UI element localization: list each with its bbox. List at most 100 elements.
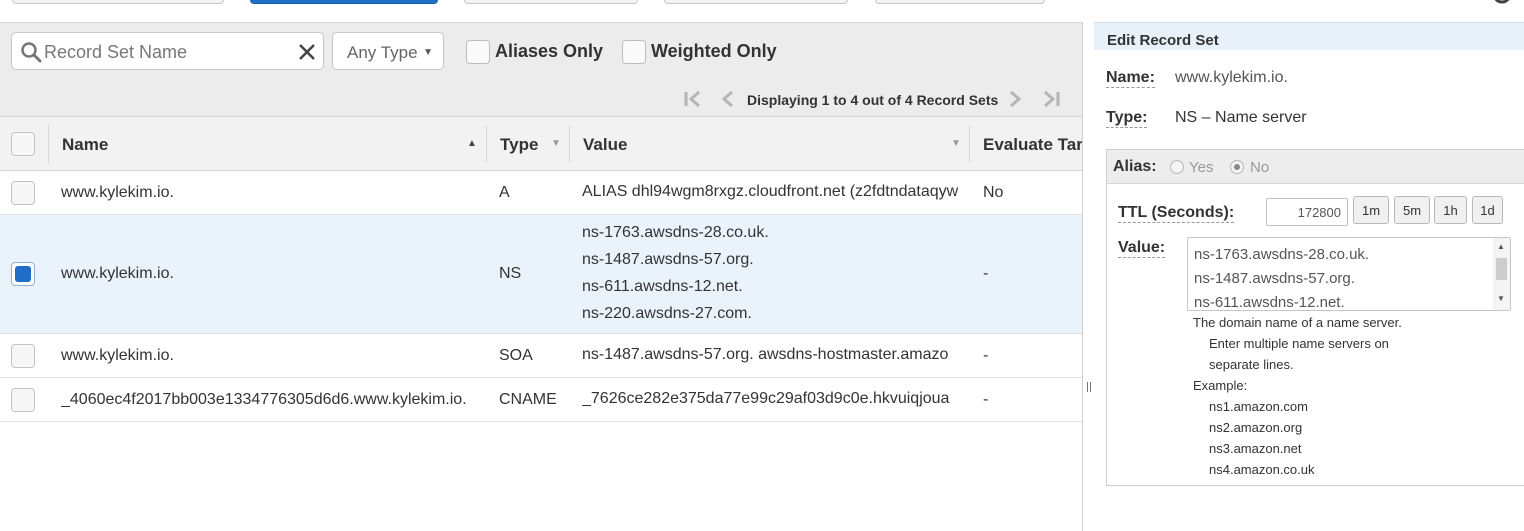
scrollbar-thumb[interactable] — [1496, 258, 1507, 280]
ttl-5m-button[interactable]: 5m — [1394, 196, 1430, 224]
ttl-label: TTL (Seconds): — [1118, 204, 1235, 223]
filter-bar: Any Type ▼ Aliases Only Weighted Only Di… — [0, 23, 1082, 116]
record-type: A — [499, 184, 510, 201]
drag-handle-icon[interactable] — [1087, 382, 1091, 392]
pagination: Displaying 1 to 4 out of 4 Record Sets — [680, 88, 1070, 112]
weighted-only-checkbox[interactable] — [622, 40, 646, 64]
ttl-1d-button[interactable]: 1d — [1472, 196, 1503, 224]
aliases-only-checkbox[interactable] — [466, 40, 490, 64]
help-example-line: ns2.amazon.org — [1209, 420, 1303, 435]
ttl-1h-button[interactable]: 1h — [1434, 196, 1467, 224]
help-text-line: Enter multiple name servers on — [1209, 336, 1389, 351]
next-page-icon[interactable] — [1005, 88, 1025, 110]
column-header-value[interactable]: Value — [583, 117, 627, 171]
alias-no-label: No — [1250, 159, 1270, 176]
record-value-line: ns-611.awsdns-12.net. — [582, 278, 743, 295]
help-text-line: Example: — [1193, 378, 1248, 393]
help-example-line: ns1.amazon.com — [1209, 399, 1308, 414]
aliases-only-label: Aliases Only — [495, 41, 604, 61]
record-sets-panel: Any Type ▼ Aliases Only Weighted Only Di… — [0, 22, 1082, 531]
row-checkbox-checked[interactable] — [11, 262, 35, 286]
edit-record-set-panel: Edit Record Set Name: www.kylekim.io. Ty… — [1093, 22, 1524, 531]
search-input[interactable] — [44, 39, 294, 65]
type-filter-select[interactable]: Any Type ▼ — [332, 32, 444, 70]
help-example-line: ns4.amazon.co.uk — [1209, 462, 1315, 477]
toolbar-button-5[interactable] — [875, 0, 1045, 4]
scroll-up-icon[interactable]: ▲ — [1497, 242, 1505, 251]
name-value: www.kylekim.io. — [1175, 69, 1288, 86]
help-text-line: separate lines. — [1209, 357, 1294, 372]
textarea-scrollbar[interactable]: ▲ ▼ — [1493, 238, 1510, 310]
weighted-only-label: Weighted Only — [651, 41, 777, 61]
record-value: ALIAS dhl94wgm8rxgz.cloudfront.net (z2fd… — [582, 183, 958, 200]
toolbar-primary-button[interactable] — [250, 0, 438, 4]
panel-splitter[interactable] — [1082, 22, 1093, 531]
record-evaluate-target: No — [983, 184, 1004, 201]
alias-no-radio[interactable] — [1230, 160, 1244, 174]
table-row-selected[interactable]: www.kylekim.io. NS ns-1763.awsdns-28.co.… — [0, 215, 1082, 334]
record-value-line: ns-1763.awsdns-28.co.uk. — [582, 224, 769, 241]
record-value-line: ns-1487.awsdns-57.org. — [582, 251, 754, 268]
record-value-list: ns-1763.awsdns-28.co.uk. ns-1487.awsdns-… — [582, 219, 958, 327]
sort-icon[interactable]: ▼ — [551, 138, 561, 149]
column-divider — [969, 125, 970, 163]
type-filter-value: Any Type — [347, 43, 418, 62]
ttl-input[interactable]: 172800 — [1266, 198, 1348, 226]
record-value-line: ns-220.awsdns-27.com. — [582, 305, 752, 322]
record-name: www.kylekim.io. — [61, 265, 174, 282]
table-header: Name ▲ Type ▼ Value ▼ Evaluate Targ — [0, 116, 1082, 171]
column-header-type[interactable]: Type — [500, 117, 538, 171]
record-name: www.kylekim.io. — [61, 347, 174, 364]
record-details-box: Alias: Yes No TTL (Seconds): 172800 1m 5… — [1106, 149, 1524, 486]
column-header-name[interactable]: Name — [62, 117, 108, 171]
row-checkbox[interactable] — [11, 344, 35, 368]
record-evaluate-target: - — [983, 347, 989, 364]
row-checkbox[interactable] — [11, 181, 35, 205]
alias-bar: Alias: Yes No — [1107, 150, 1524, 184]
name-label: Name: — [1106, 69, 1155, 88]
previous-page-icon[interactable] — [718, 88, 738, 110]
record-type: SOA — [499, 347, 533, 364]
toolbar-button-3[interactable] — [464, 0, 638, 4]
search-icon — [21, 42, 42, 63]
table-row[interactable]: _4060ec4f2017bb003e1334776305d6d6.www.ky… — [0, 378, 1082, 422]
type-label: Type: — [1106, 109, 1148, 128]
panel-title: Edit Record Set — [1094, 22, 1524, 50]
search-box[interactable] — [11, 32, 324, 70]
value-textarea-line: ns-1763.awsdns-28.co.uk. — [1194, 246, 1370, 263]
scroll-down-icon[interactable]: ▼ — [1497, 294, 1505, 303]
record-name: _4060ec4f2017bb003e1334776305d6d6.www.ky… — [61, 391, 467, 408]
ttl-1m-button[interactable]: 1m — [1353, 196, 1389, 224]
sort-ascending-icon[interactable]: ▲ — [467, 138, 477, 149]
column-divider — [486, 125, 487, 163]
column-divider — [48, 125, 49, 163]
value-textarea[interactable]: ns-1763.awsdns-28.co.uk. ns-1487.awsdns-… — [1187, 237, 1511, 311]
toolbar-button-1[interactable] — [12, 0, 224, 4]
table-row[interactable]: www.kylekim.io. A ALIAS dhl94wgm8rxgz.cl… — [0, 171, 1082, 215]
select-all-checkbox[interactable] — [11, 132, 35, 156]
value-label: Value: — [1118, 239, 1166, 258]
record-value: _7626ce282e375da77e99c29af03d9c0e.hkvuiq… — [582, 390, 950, 407]
last-page-icon[interactable] — [1040, 88, 1062, 110]
alias-yes-radio[interactable] — [1170, 160, 1184, 174]
clear-icon[interactable] — [296, 41, 318, 63]
sort-icon[interactable]: ▼ — [951, 138, 961, 149]
pagination-text: Displaying 1 to 4 out of 4 Record Sets — [747, 92, 999, 108]
refresh-icon[interactable] — [1490, 0, 1514, 6]
chevron-down-icon: ▼ — [423, 47, 433, 58]
table-row[interactable]: www.kylekim.io. SOA ns-1487.awsdns-57.or… — [0, 334, 1082, 378]
column-divider — [569, 125, 570, 163]
record-value: ns-1487.awsdns-57.org. awsdns-hostmaster… — [582, 346, 949, 363]
record-evaluate-target: - — [983, 265, 989, 282]
value-textarea-line: ns-611.awsdns-12.net. — [1194, 294, 1345, 311]
column-header-evaluate-target[interactable]: Evaluate Targ — [983, 117, 1082, 171]
record-type: NS — [499, 265, 522, 282]
first-page-icon[interactable] — [682, 88, 704, 110]
alias-label: Alias: — [1113, 158, 1157, 175]
alias-yes-label: Yes — [1189, 159, 1214, 176]
row-checkbox[interactable] — [11, 388, 35, 412]
record-evaluate-target: - — [983, 391, 989, 408]
help-example-line: ns3.amazon.net — [1209, 441, 1302, 456]
toolbar-button-4[interactable] — [664, 0, 848, 4]
help-text-line: The domain name of a name server. — [1193, 315, 1402, 330]
